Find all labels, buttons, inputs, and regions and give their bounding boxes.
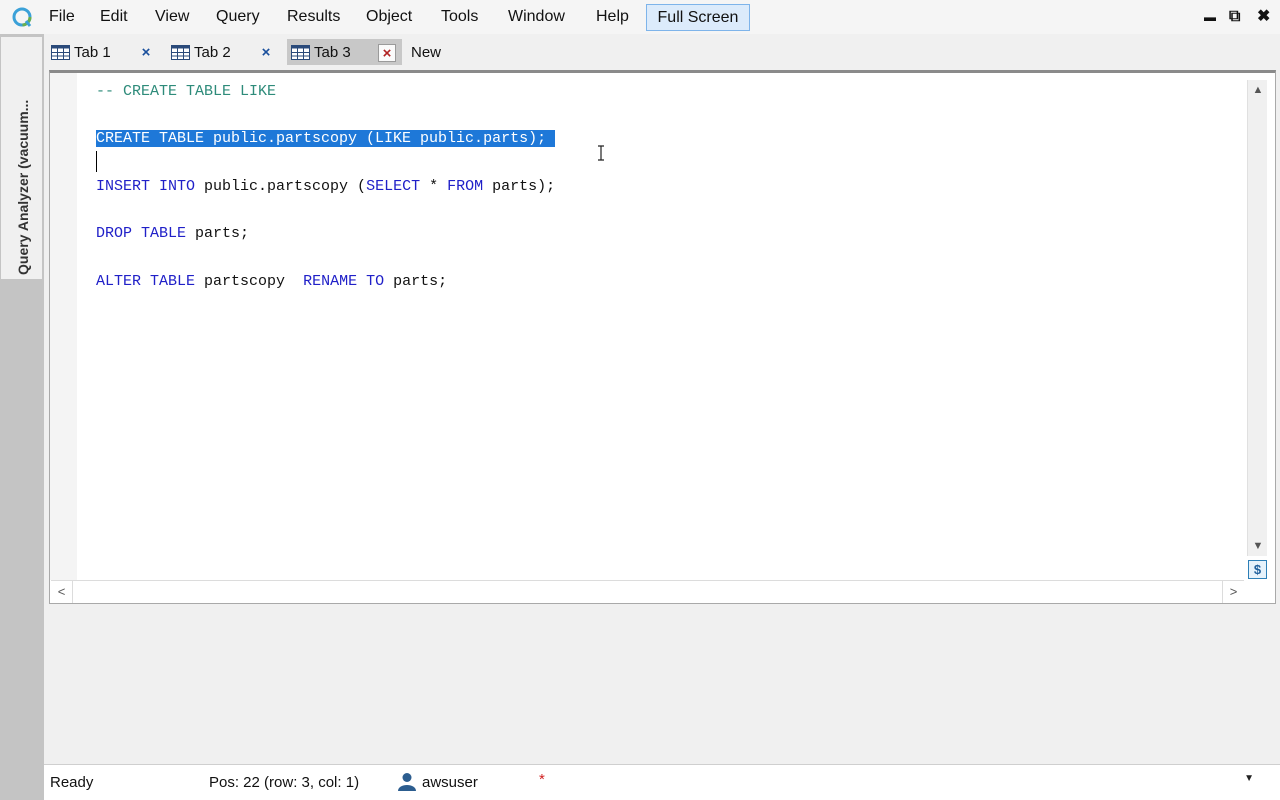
minimize-icon[interactable]: ▬: [1204, 7, 1216, 27]
new-tab-button[interactable]: New: [411, 39, 441, 65]
modified-indicator: *: [539, 771, 545, 788]
sql-keyword: ALTER TABLE: [96, 272, 196, 290]
sql-text: parts;: [384, 272, 448, 290]
cursor-position: Pos: 22 (row: 3, col: 1): [209, 774, 360, 791]
sql-comment: -- CREATE TABLE LIKE: [96, 83, 277, 100]
code-line[interactable]: [96, 246, 555, 270]
side-tab-label: Query Analyzer (vacuum...: [15, 99, 31, 275]
code-line[interactable]: [96, 151, 555, 175]
tab-3-close-icon[interactable]: ×: [378, 44, 396, 62]
sql-text: *: [420, 177, 448, 195]
text-caret: [96, 151, 97, 172]
scroll-down-icon[interactable]: ▼: [1248, 536, 1268, 556]
restore-icon[interactable]: ⧉: [1229, 7, 1240, 27]
menu-bar: File Edit View Query Results Object Tool…: [0, 0, 1280, 34]
connected-user: awsuser: [422, 774, 478, 791]
menu-file[interactable]: File: [49, 7, 75, 27]
user-icon: [398, 773, 416, 791]
tab-2[interactable]: Tab 2: [171, 39, 259, 65]
sql-keyword: RENAME TO: [303, 272, 385, 290]
tab-2-close-icon[interactable]: ×: [257, 44, 275, 62]
tab-label: Tab 3: [314, 43, 351, 61]
menu-query[interactable]: Query: [216, 7, 260, 27]
chevron-down-icon[interactable]: ▼: [1244, 773, 1254, 784]
side-tab-query-analyzer[interactable]: Query Analyzer (vacuum...: [1, 37, 42, 279]
app-logo-icon: [12, 7, 32, 27]
table-grid-icon: [51, 44, 70, 60]
tab-label: Tab 1: [74, 43, 111, 61]
vertical-scrollbar[interactable]: ▲ ▼: [1247, 80, 1267, 556]
menu-tools[interactable]: Tools: [441, 7, 478, 27]
table-grid-icon: [171, 44, 190, 60]
horizontal-scrollbar[interactable]: < >: [51, 580, 1244, 603]
sql-text: parts);: [483, 177, 556, 195]
selected-text: CREATE TABLE public.partscopy (LIKE publ…: [96, 130, 556, 148]
table-grid-icon: [291, 44, 310, 60]
menu-help[interactable]: Help: [596, 7, 629, 27]
code-line[interactable]: [96, 198, 555, 222]
scroll-left-icon[interactable]: <: [51, 581, 73, 603]
sql-keyword: SELECT: [366, 177, 421, 195]
sql-text: public.partscopy (: [195, 177, 367, 195]
results-area: [44, 606, 1280, 764]
menu-window[interactable]: Window: [508, 7, 565, 27]
menu-edit[interactable]: Edit: [100, 7, 128, 27]
code-line[interactable]: ALTER TABLE partscopy RENAME TO parts;: [96, 270, 555, 294]
scroll-right-icon[interactable]: >: [1222, 581, 1244, 603]
tab-1-close-icon[interactable]: ×: [137, 44, 155, 62]
status-ready: Ready: [50, 774, 94, 791]
full-screen-button[interactable]: Full Screen: [646, 4, 750, 31]
code-line[interactable]: DROP TABLE parts;: [96, 222, 555, 246]
sql-keyword: FROM: [447, 177, 484, 195]
sql-keyword: INSERT INTO: [96, 177, 196, 195]
tab-1[interactable]: Tab 1: [51, 39, 139, 65]
code-line[interactable]: -- CREATE TABLE LIKE: [96, 80, 555, 104]
split-editor-button[interactable]: $: [1248, 560, 1267, 579]
sql-editor[interactable]: -- CREATE TABLE LIKE CREATE TABLE public.…: [49, 70, 1276, 604]
menu-results[interactable]: Results: [287, 7, 340, 27]
code-line[interactable]: CREATE TABLE public.partscopy (LIKE publ…: [96, 127, 556, 151]
menu-object[interactable]: Object: [366, 7, 412, 27]
tab-strip: Tab 1 × Tab 2 × Tab 3 × New: [44, 34, 1280, 70]
ibeam-cursor-icon: [598, 145, 604, 161]
sql-text: partscopy: [195, 272, 304, 290]
tab-label: Tab 2: [194, 43, 231, 61]
close-icon[interactable]: ✖: [1257, 7, 1270, 27]
side-panel: Query Analyzer (vacuum...: [0, 34, 44, 800]
code-line[interactable]: [96, 104, 555, 128]
code-area[interactable]: -- CREATE TABLE LIKE CREATE TABLE public.…: [96, 80, 555, 293]
scroll-up-icon[interactable]: ▲: [1248, 80, 1268, 100]
menu-view[interactable]: View: [155, 7, 189, 27]
sql-text: parts;: [186, 225, 250, 243]
code-line[interactable]: INSERT INTO public.partscopy (SELECT * F…: [96, 175, 555, 199]
sql-keyword: DROP TABLE: [96, 225, 187, 243]
status-bar: Ready Pos: 22 (row: 3, col: 1) awsuser *…: [44, 764, 1280, 800]
editor-gutter: [50, 73, 77, 580]
